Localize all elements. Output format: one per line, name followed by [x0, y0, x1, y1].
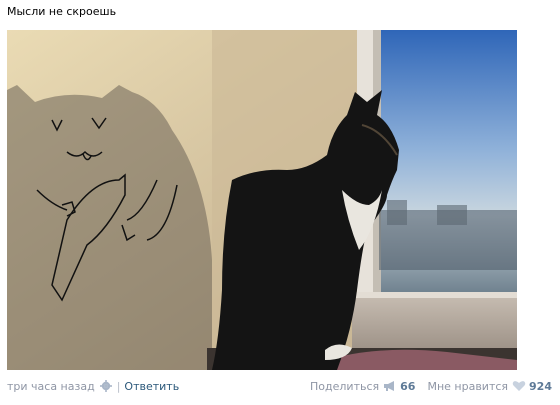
- share-count: 66: [400, 379, 416, 393]
- like-count: 924: [529, 379, 552, 393]
- like-button[interactable]: Мне нравится 924: [427, 380, 552, 393]
- share-button[interactable]: Поделиться 66: [310, 380, 415, 393]
- post-footer: три часа назад | Ответить Поделиться 66 …: [7, 378, 552, 394]
- megaphone-icon: [384, 381, 395, 391]
- heart-icon: [512, 381, 526, 391]
- share-label: Поделиться: [310, 379, 380, 393]
- post-timestamp[interactable]: три часа назад: [7, 380, 95, 393]
- cat-window-photo: [7, 30, 517, 370]
- gear-icon[interactable]: [99, 380, 112, 392]
- separator: |: [116, 379, 121, 393]
- post-photo[interactable]: [7, 30, 517, 370]
- post-text: Мысли не скроешь: [7, 5, 117, 18]
- reply-link[interactable]: Ответить: [124, 380, 179, 393]
- like-label: Мне нравится: [427, 379, 509, 393]
